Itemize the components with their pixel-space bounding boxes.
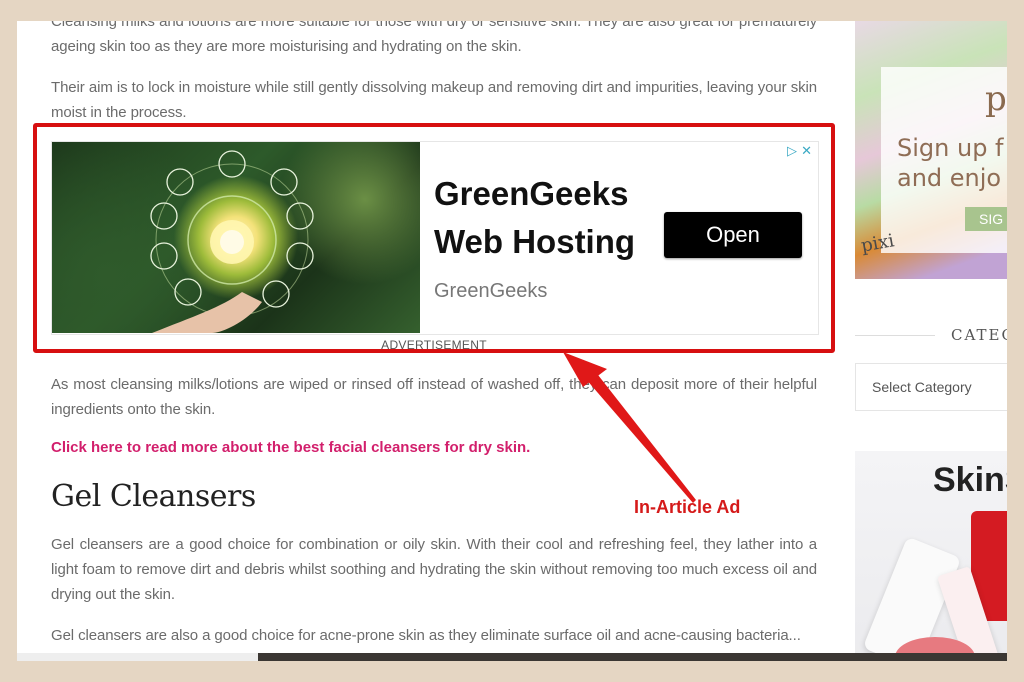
ad-headline[interactable]: GreenGeeks Web Hosting [434, 170, 664, 266]
skincare-promo-banner[interactable]: SkinS [855, 451, 1007, 661]
divider [855, 335, 935, 336]
signup-button[interactable]: SIG [965, 207, 1007, 231]
ad-open-button[interactable]: Open [664, 212, 802, 258]
ad-advertiser[interactable]: GreenGeeks [434, 280, 547, 303]
promo-brand-text: SkinS [933, 461, 1007, 499]
paragraph: As most cleansing milks/lotions are wipe… [51, 376, 817, 418]
paragraph: Gel cleansers are also a good choice for… [51, 627, 801, 644]
pixi-promo-banner[interactable]: pi Sign up f and enjo SIG pixi [855, 21, 1007, 279]
paragraph: Their aim is to lock in moisture while s… [51, 79, 817, 121]
adchoices-icon[interactable]: ▷ [787, 144, 797, 159]
categories-heading: CATEGORIES [951, 326, 1007, 344]
scrollbar-thumb[interactable] [258, 653, 1007, 661]
dry-skin-cleansers-link[interactable]: Click here to read more about the best f… [51, 439, 530, 456]
paragraph: Gel cleansers are a good choice for comb… [51, 536, 817, 603]
annotation-label: In-Article Ad [634, 497, 741, 517]
ad-unit[interactable]: GreenGeeks Web Hosting GreenGeeks Open ▷… [51, 141, 819, 335]
in-article-ad-highlight: GreenGeeks Web Hosting GreenGeeks Open ▷… [33, 123, 835, 353]
section-heading: Gel Cleansers [51, 479, 256, 514]
promo-text-line: Sign up f [897, 134, 1004, 162]
paragraph: Cleansing milks and lotions are more sui… [51, 21, 817, 55]
sidebar: pi Sign up f and enjo SIG pixi CATEGORIE… [855, 21, 1007, 661]
advertisement-label: ADVERTISEMENT [381, 338, 487, 352]
ad-image[interactable] [52, 142, 420, 333]
pixi-logo: pi [985, 79, 1007, 119]
promo-text-line: and enjo [897, 164, 1002, 192]
close-icon[interactable]: ✕ [801, 144, 812, 159]
category-select[interactable]: Select Category [855, 363, 1007, 411]
promo-text: Sign up f and enjo [897, 133, 1004, 193]
energy-icons-graphic [150, 150, 314, 333]
web-page: Cleansing milks and lotions are more sui… [17, 21, 1007, 661]
ad-controls: ▷ ✕ [787, 144, 812, 159]
